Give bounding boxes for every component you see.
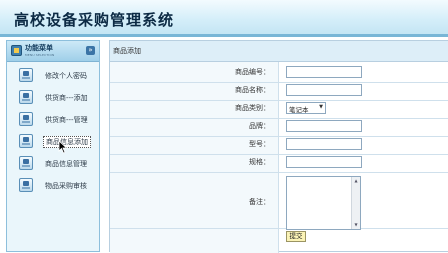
header-stripe bbox=[0, 34, 448, 37]
row-divider bbox=[110, 82, 448, 83]
sidebar-item-label[interactable]: 供货商---添加 bbox=[45, 93, 88, 103]
purchase-review-icon bbox=[19, 178, 33, 192]
remark-textarea[interactable]: ▲ ▼ bbox=[286, 176, 361, 230]
model-label: 型号： bbox=[249, 140, 270, 148]
supplier-manage-icon bbox=[19, 112, 33, 126]
panel-header: 商品添加 bbox=[110, 41, 448, 62]
menu-subtitle: MENU SELECTION bbox=[25, 53, 55, 57]
textarea-scrollbar[interactable]: ▲ ▼ bbox=[351, 177, 360, 229]
mouse-cursor-icon bbox=[58, 140, 68, 154]
sidebar-item-change-password[interactable]: 修改个人密码 bbox=[19, 67, 99, 85]
panel-title: 商品添加 bbox=[113, 47, 141, 55]
brand-label: 品牌： bbox=[249, 122, 270, 130]
row-divider bbox=[110, 154, 448, 155]
chevron-down-icon: ▼ bbox=[319, 104, 323, 110]
user-key-icon bbox=[19, 68, 33, 82]
scroll-down-icon[interactable]: ▼ bbox=[353, 222, 359, 228]
sidebar-item-label[interactable]: 物品采购审核 bbox=[45, 181, 87, 191]
sidebar-menu: 功能菜单 MENU SELECTION » 修改个人密码 供货商---添加 供货… bbox=[6, 40, 100, 252]
collapse-icon[interactable]: » bbox=[86, 46, 95, 55]
code-label: 商品编号： bbox=[235, 68, 270, 76]
scroll-up-icon[interactable]: ▲ bbox=[353, 178, 359, 184]
app-header: 高校设备采购管理系统 bbox=[0, 0, 448, 37]
product-manage-icon bbox=[19, 156, 33, 170]
row-divider bbox=[110, 172, 448, 173]
app-title: 高校设备采购管理系统 bbox=[14, 11, 175, 29]
row-divider bbox=[110, 100, 448, 101]
remark-label: 备注： bbox=[249, 198, 270, 206]
row-divider bbox=[110, 228, 448, 229]
product-add-icon bbox=[19, 134, 33, 148]
sidebar-header: 功能菜单 MENU SELECTION » bbox=[7, 41, 99, 62]
category-selected-value: 笔记本 bbox=[289, 106, 309, 114]
category-label: 商品类别： bbox=[235, 104, 270, 112]
submit-button[interactable]: 提交 bbox=[286, 231, 306, 242]
menu-title: 功能菜单 bbox=[25, 44, 53, 52]
sidebar-item-label[interactable]: 修改个人密码 bbox=[45, 71, 87, 81]
product-code-input[interactable] bbox=[286, 66, 362, 78]
product-name-input[interactable] bbox=[286, 84, 362, 96]
category-select[interactable]: 笔记本 ▼ bbox=[286, 102, 326, 114]
spec-input[interactable] bbox=[286, 156, 362, 168]
sidebar-item-supplier-add[interactable]: 供货商---添加 bbox=[19, 89, 99, 107]
sidebar-item-label[interactable]: 供货商---管理 bbox=[45, 115, 88, 125]
brand-input[interactable] bbox=[286, 120, 362, 132]
sidebar-item-purchase-review[interactable]: 物品采购审核 bbox=[19, 177, 99, 195]
row-divider bbox=[110, 136, 448, 137]
supplier-add-icon bbox=[19, 90, 33, 104]
sidebar-item-supplier-manage[interactable]: 供货商---管理 bbox=[19, 111, 99, 129]
menu-icon bbox=[11, 45, 22, 56]
spec-label: 规格： bbox=[249, 158, 270, 166]
model-input[interactable] bbox=[286, 138, 362, 150]
sidebar-item-product-manage[interactable]: 商品信息管理 bbox=[19, 155, 99, 173]
sidebar-item-label[interactable]: 商品信息管理 bbox=[45, 159, 87, 169]
row-divider bbox=[110, 118, 448, 119]
main-panel: 商品添加 商品编号： 商品名称： 商品类别： 笔记本 ▼ 品牌： 型号： 规格：… bbox=[109, 40, 448, 253]
name-label: 商品名称： bbox=[235, 86, 270, 94]
